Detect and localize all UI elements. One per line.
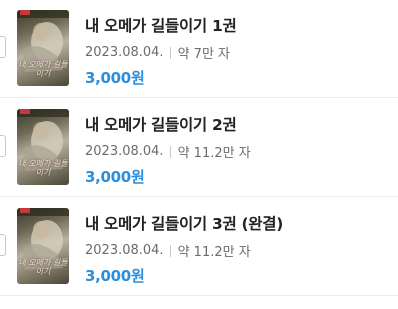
volume-row[interactable]: 내 오메가 길들이기 내 오메가 길들이기 1권 2023.08.04. 약 7… [0,0,398,98]
book-cover-image[interactable]: 내 오메가 길들이기 [17,10,69,86]
volume-price: 3,000원 [85,69,145,87]
release-date: 2023.08.04. [85,45,164,60]
volume-list: 내 오메가 길들이기 내 오메가 길들이기 1권 2023.08.04. 약 7… [0,0,398,309]
meta-divider [169,145,171,158]
volume-title[interactable]: 내 오메가 길들이기 3권 (완결) [85,212,283,234]
select-checkbox[interactable] [0,234,6,256]
cover-title-text: 내 오메가 길들이기 [18,159,68,177]
character-count: 약 11.2만 자 [177,245,251,260]
volume-title[interactable]: 내 오메가 길들이기 1권 [85,14,237,36]
release-date: 2023.08.04. [85,243,164,258]
volume-title[interactable]: 내 오메가 길들이기 2권 [85,113,237,135]
volume-row[interactable]: 내 오메가 길들이기 내 오메가 길들이기 3권 (완결) 2023.08.04… [0,198,398,296]
volume-row[interactable]: 내 오메가 길들이기 내 오메가 길들이기 2권 2023.08.04. 약 1… [0,99,398,197]
volume-meta: 2023.08.04. 약 11.2만 자 [85,241,251,260]
book-cover-image[interactable]: 내 오메가 길들이기 [17,208,69,284]
book-cover-image[interactable]: 내 오메가 길들이기 [17,109,69,185]
character-count: 약 11.2만 자 [177,146,251,161]
select-checkbox[interactable] [0,135,6,157]
character-count: 약 7만 자 [177,47,230,62]
cover-title-text: 내 오메가 길들이기 [18,258,68,276]
release-date: 2023.08.04. [85,144,164,159]
volume-price: 3,000원 [85,267,145,285]
meta-divider [169,46,171,59]
volume-meta: 2023.08.04. 약 7만 자 [85,43,230,62]
volume-meta: 2023.08.04. 약 11.2만 자 [85,142,251,161]
cover-title-text: 내 오메가 길들이기 [18,60,68,78]
volume-price: 3,000원 [85,168,145,186]
meta-divider [169,244,171,257]
select-checkbox[interactable] [0,36,6,58]
